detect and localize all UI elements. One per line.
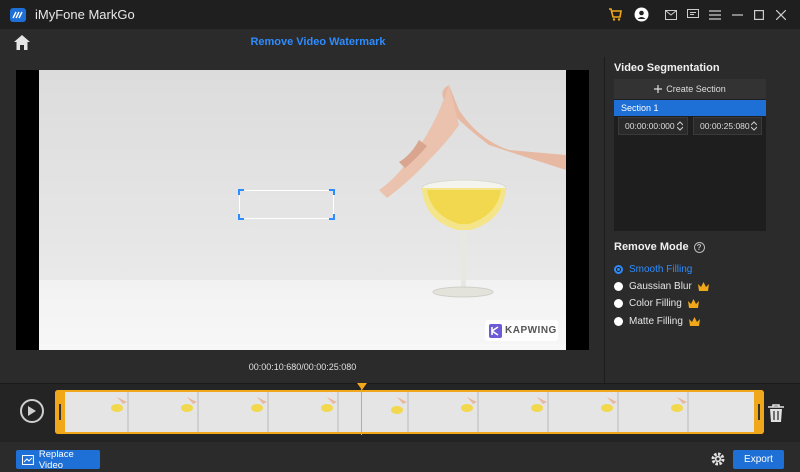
kapwing-watermark: KAPWING — [485, 320, 558, 341]
remove-mode-label: Remove Mode — [614, 241, 689, 253]
section-label: Section 1 — [621, 103, 659, 113]
segmentation-title: Video Segmentation — [614, 62, 720, 74]
radio-selected-icon[interactable] — [614, 264, 623, 274]
mode-option-label: Color Filling — [629, 297, 682, 309]
premium-crown-icon — [697, 281, 709, 291]
replace-video-icon — [22, 454, 34, 465]
trim-handle-left[interactable] — [55, 390, 65, 434]
playhead[interactable] — [361, 386, 362, 435]
radio-icon[interactable] — [614, 298, 623, 308]
title-bar: iMyFone MarkGo — [0, 0, 800, 29]
start-time-value: 00:00:00:000 — [625, 121, 675, 131]
segmentation-panel: Create Section Section 1 00:00:00:000 00… — [614, 79, 766, 231]
play-button[interactable] — [20, 399, 44, 423]
premium-crown-icon — [687, 298, 699, 308]
close-icon[interactable] — [770, 4, 792, 26]
kapwing-logo-icon — [489, 323, 502, 338]
trim-handle-right[interactable] — [754, 390, 764, 434]
spinner-icon[interactable] — [751, 121, 757, 131]
spinner-icon[interactable] — [677, 121, 683, 131]
cart-icon[interactable] — [604, 4, 626, 26]
selection-handle-top-right[interactable] — [329, 189, 335, 195]
replace-video-label: Replace Video — [38, 448, 74, 471]
end-time-value: 00:00:25:080 — [700, 121, 750, 131]
mode-option-matte-filling[interactable]: Matte Filling — [614, 314, 700, 328]
video-preview[interactable]: KAPWING — [16, 70, 589, 350]
radio-icon[interactable] — [614, 281, 623, 291]
mode-option-gaussian-blur[interactable]: Gaussian Blur — [614, 279, 709, 293]
section-end-time-field[interactable]: 00:00:25:080 — [693, 117, 762, 135]
video-frame[interactable]: KAPWING — [39, 70, 566, 350]
trash-icon[interactable] — [767, 403, 785, 423]
premium-crown-icon — [688, 316, 700, 326]
remove-mode-title: Remove Mode ? — [614, 241, 705, 253]
replace-video-button[interactable]: Replace Video — [16, 448, 100, 471]
mode-option-color-filling[interactable]: Color Filling — [614, 296, 699, 310]
playback-timecode: 00:00:10:680/00:00:25:080 — [248, 362, 357, 372]
timeline-strip[interactable] — [55, 390, 764, 434]
play-icon — [28, 406, 36, 416]
mail-icon[interactable] — [660, 4, 682, 26]
subheader: Remove Video Watermark — [0, 29, 800, 57]
menu-icon[interactable] — [704, 4, 726, 26]
bottom-bar — [0, 442, 800, 472]
selection-handle-bottom-right[interactable] — [329, 214, 335, 220]
timeline-thumbnails — [57, 392, 762, 432]
radio-icon[interactable] — [614, 316, 623, 326]
export-button[interactable]: Export — [733, 450, 784, 469]
feedback-icon[interactable] — [682, 4, 704, 26]
plus-icon — [654, 85, 663, 93]
selection-handle-bottom-left[interactable] — [238, 214, 244, 220]
page-title: Remove Video Watermark — [250, 36, 386, 48]
account-icon[interactable] — [630, 4, 652, 26]
mode-option-label: Gaussian Blur — [629, 280, 692, 292]
section-start-time-field[interactable]: 00:00:00:000 — [618, 117, 688, 135]
panel-divider — [604, 57, 605, 383]
watermark-selection-box[interactable] — [238, 189, 335, 220]
section-item-1[interactable]: Section 1 — [614, 100, 766, 116]
selection-handle-top-left[interactable] — [238, 189, 244, 195]
mode-option-label: Smooth Filling — [629, 263, 693, 275]
mode-option-smooth-filling[interactable]: Smooth Filling — [614, 262, 692, 276]
app-title: iMyFone MarkGo — [35, 7, 135, 22]
settings-gear-icon[interactable] — [710, 451, 726, 467]
app-logo-icon — [10, 7, 26, 22]
create-section-button[interactable]: Create Section — [614, 79, 766, 99]
minimize-icon[interactable] — [726, 4, 748, 26]
help-icon[interactable]: ? — [693, 241, 705, 253]
mode-option-label: Matte Filling — [629, 315, 683, 327]
maximize-icon[interactable] — [748, 4, 770, 26]
watermark-text: KAPWING — [505, 325, 557, 336]
playhead-knob[interactable] — [357, 383, 367, 390]
create-section-label: Create Section — [666, 84, 726, 94]
